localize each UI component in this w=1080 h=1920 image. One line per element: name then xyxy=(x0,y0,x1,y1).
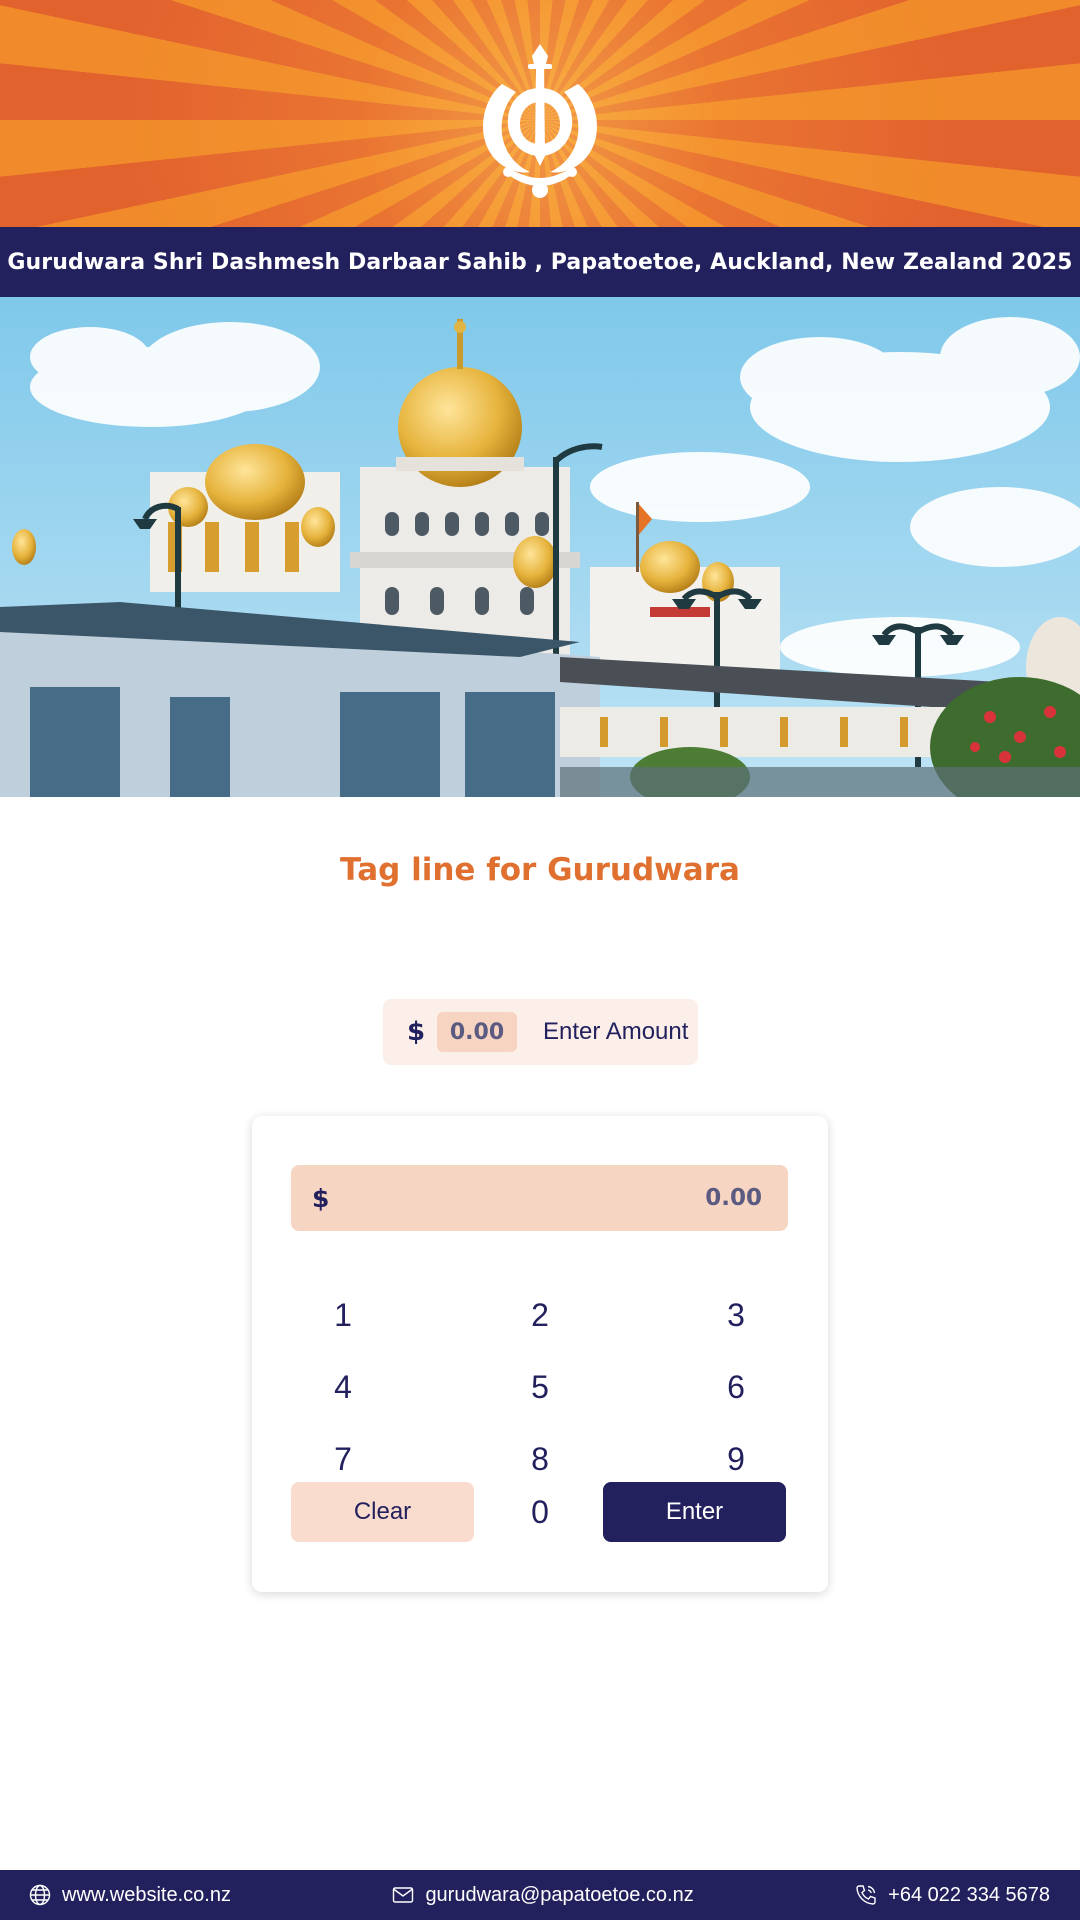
clear-button[interactable]: Clear xyxy=(291,1482,474,1542)
key-6[interactable]: 6 xyxy=(676,1359,796,1415)
amount-field[interactable]: $ 0.00 Enter Amount xyxy=(383,999,698,1065)
keypad-card: $ 0.00 1 2 3 4 5 6 7 8 9 Clear 0 Enter xyxy=(252,1116,828,1592)
hero-image xyxy=(0,297,1080,797)
website-link[interactable]: www.website.co.nz xyxy=(62,1884,231,1907)
mail-icon xyxy=(393,1887,414,1903)
phone-icon xyxy=(856,1885,876,1905)
key-1[interactable]: 1 xyxy=(283,1287,403,1343)
enter-button[interactable]: Enter xyxy=(603,1482,786,1542)
footer-phone[interactable]: +64 022 334 5678 xyxy=(854,1883,1050,1907)
email-link[interactable]: gurudwara@papatoetoe.co.nz xyxy=(425,1884,693,1907)
keypad-display: $ 0.00 xyxy=(291,1165,788,1231)
currency-symbol: $ xyxy=(407,1017,426,1047)
key-7[interactable]: 7 xyxy=(283,1431,403,1487)
display-value: 0.00 xyxy=(705,1185,762,1211)
amount-value[interactable]: 0.00 xyxy=(437,1012,517,1052)
globe-icon xyxy=(29,1884,51,1906)
key-2[interactable]: 2 xyxy=(480,1287,600,1343)
tagline: Tag line for Gurudwara xyxy=(340,852,740,888)
footer-email[interactable]: gurudwara@papatoetoe.co.nz xyxy=(391,1883,694,1907)
footer: www.website.co.nz gurudwara@papatoetoe.c… xyxy=(0,1870,1080,1920)
header-banner xyxy=(0,0,1080,227)
khanda-icon xyxy=(483,44,597,198)
key-8[interactable]: 8 xyxy=(480,1431,600,1487)
key-4[interactable]: 4 xyxy=(283,1359,403,1415)
footer-website[interactable]: www.website.co.nz xyxy=(28,1883,231,1907)
phone-link[interactable]: +64 022 334 5678 xyxy=(888,1884,1050,1907)
amount-label: Enter Amount xyxy=(543,1018,689,1045)
key-0[interactable]: 0 xyxy=(480,1484,600,1540)
key-5[interactable]: 5 xyxy=(480,1359,600,1415)
key-3[interactable]: 3 xyxy=(676,1287,796,1343)
page-title: Gurudwara Shri Dashmesh Darbaar Sahib , … xyxy=(0,227,1080,297)
display-currency: $ xyxy=(312,1183,330,1213)
key-9[interactable]: 9 xyxy=(676,1431,796,1487)
